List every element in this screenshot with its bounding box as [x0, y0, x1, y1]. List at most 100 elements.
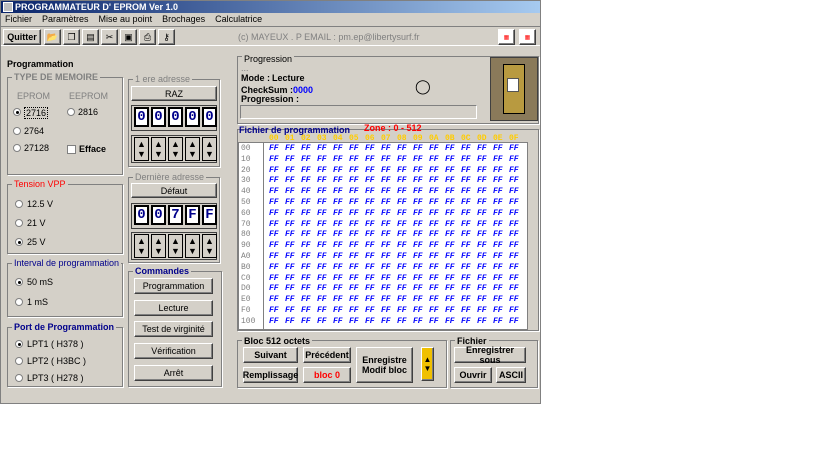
hex-cell[interactable]: FF — [301, 166, 311, 175]
first-spin-0-icon[interactable]: ▲ ▼ — [134, 137, 149, 161]
hex-cell[interactable]: FF — [317, 187, 327, 196]
copy-icon[interactable]: ❐ — [63, 29, 80, 45]
hex-cell[interactable]: FF — [397, 198, 407, 207]
hex-cell[interactable]: FF — [493, 209, 503, 218]
hex-cell[interactable]: FF — [333, 166, 343, 175]
hex-cell[interactable]: FF — [477, 284, 487, 293]
hex-cell[interactable]: FF — [269, 220, 279, 229]
hex-cell[interactable]: FF — [397, 284, 407, 293]
first-spin-4-icon[interactable]: ▲ ▼ — [202, 137, 217, 161]
hex-cell[interactable]: FF — [509, 295, 519, 304]
hex-cell[interactable]: FF — [269, 209, 279, 218]
radio-vpp-25[interactable] — [15, 238, 23, 246]
last-spin-2-icon[interactable]: ▲ ▼ — [168, 234, 183, 258]
hex-cell[interactable]: FF — [509, 263, 519, 272]
hex-cell[interactable]: FF — [477, 220, 487, 229]
radio-1ms[interactable] — [15, 298, 23, 306]
hex-cell[interactable]: FF — [429, 295, 439, 304]
hex-cell[interactable]: FF — [445, 176, 455, 185]
hex-cell[interactable]: FF — [413, 144, 423, 153]
hex-cell[interactable]: FF — [301, 155, 311, 164]
hex-cell[interactable]: FF — [397, 166, 407, 175]
first-spin-2-icon[interactable]: ▲ ▼ — [168, 137, 183, 161]
hex-cell[interactable]: FF — [445, 274, 455, 283]
hex-cell[interactable]: FF — [333, 241, 343, 250]
hex-cell[interactable]: FF — [461, 220, 471, 229]
paste-icon[interactable]: ▤ — [82, 29, 99, 45]
hex-cell[interactable]: FF — [509, 187, 519, 196]
hex-cell[interactable]: FF — [365, 252, 375, 261]
hex-cell[interactable]: FF — [397, 144, 407, 153]
hex-cell[interactable]: FF — [333, 176, 343, 185]
radio-vpp-21[interactable] — [15, 219, 23, 227]
last-spin-0-icon[interactable]: ▲ ▼ — [134, 234, 149, 258]
hex-cell[interactable]: FF — [477, 144, 487, 153]
hex-cell[interactable]: FF — [381, 274, 391, 283]
hex-cell[interactable]: FF — [333, 317, 343, 326]
hex-cell[interactable]: FF — [445, 144, 455, 153]
hex-cell[interactable]: FF — [397, 274, 407, 283]
hex-cell[interactable]: FF — [461, 144, 471, 153]
hex-cell[interactable]: FF — [365, 166, 375, 175]
hex-cell[interactable]: FF — [445, 284, 455, 293]
hex-cell[interactable]: FF — [493, 220, 503, 229]
hex-cell[interactable]: FF — [493, 306, 503, 315]
defaut-button[interactable]: Défaut — [131, 183, 217, 198]
hex-cell[interactable]: FF — [269, 198, 279, 207]
hex-cell[interactable]: FF — [381, 144, 391, 153]
hex-cell[interactable]: FF — [509, 274, 519, 283]
hex-cell[interactable]: FF — [493, 198, 503, 207]
hex-cell[interactable]: FF — [381, 295, 391, 304]
hex-cell[interactable]: FF — [269, 263, 279, 272]
hex-cell[interactable]: FF — [461, 166, 471, 175]
hex-cell[interactable]: FF — [429, 284, 439, 293]
enregistre-modif-button[interactable]: Enregistre Modif bloc — [356, 347, 413, 383]
hex-cell[interactable]: FF — [269, 295, 279, 304]
hex-cell[interactable]: FF — [509, 220, 519, 229]
hex-cell[interactable]: FF — [397, 220, 407, 229]
hex-cell[interactable]: FF — [317, 230, 327, 239]
hex-cell[interactable]: FF — [445, 306, 455, 315]
precedent-button[interactable]: Précédent — [303, 347, 351, 363]
first-spin-1-icon[interactable]: ▲ ▼ — [151, 137, 166, 161]
hex-cell[interactable]: FF — [477, 295, 487, 304]
hex-cell[interactable]: FF — [365, 295, 375, 304]
hex-cell[interactable]: FF — [493, 295, 503, 304]
print-icon[interactable]: ⎙ — [139, 29, 156, 45]
hex-cell[interactable]: FF — [301, 317, 311, 326]
hex-cell[interactable]: FF — [333, 284, 343, 293]
hex-cell[interactable]: FF — [413, 306, 423, 315]
hex-cell[interactable]: FF — [269, 252, 279, 261]
radio-lpt2[interactable] — [15, 357, 23, 365]
hex-cell[interactable]: FF — [301, 198, 311, 207]
hex-cell[interactable]: FF — [317, 155, 327, 164]
hex-cell[interactable]: FF — [429, 306, 439, 315]
arret-button[interactable]: Arrêt — [134, 365, 213, 381]
programmation-button[interactable]: Programmation — [134, 278, 213, 294]
hex-cell[interactable]: FF — [397, 209, 407, 218]
enregistrer-sous-button[interactable]: Enregistrer sous — [454, 345, 526, 365]
hex-cell[interactable]: FF — [381, 166, 391, 175]
hex-cell[interactable]: FF — [269, 144, 279, 153]
hex-cell[interactable]: FF — [477, 166, 487, 175]
last-spin-4-icon[interactable]: ▲ ▼ — [202, 234, 217, 258]
hex-cell[interactable]: FF — [365, 306, 375, 315]
hex-cell[interactable]: FF — [413, 220, 423, 229]
hex-cell[interactable]: FF — [493, 317, 503, 326]
hex-cell[interactable]: FF — [365, 176, 375, 185]
hex-cell[interactable]: FF — [461, 284, 471, 293]
hex-cell[interactable]: FF — [509, 144, 519, 153]
hex-cell[interactable]: FF — [285, 274, 295, 283]
verification-button[interactable]: Vérification — [134, 343, 213, 359]
hex-cell[interactable]: FF — [365, 187, 375, 196]
hex-cell[interactable]: FF — [397, 155, 407, 164]
hex-cell[interactable]: FF — [477, 155, 487, 164]
hex-cell[interactable]: FF — [285, 241, 295, 250]
hex-cell[interactable]: FF — [429, 230, 439, 239]
hex-cell[interactable]: FF — [509, 252, 519, 261]
hex-cell[interactable]: FF — [461, 252, 471, 261]
hex-cell[interactable]: FF — [365, 274, 375, 283]
quit-button[interactable]: Quitter — [3, 29, 41, 45]
hex-cell[interactable]: FF — [477, 263, 487, 272]
radio-lpt3[interactable] — [15, 374, 23, 382]
